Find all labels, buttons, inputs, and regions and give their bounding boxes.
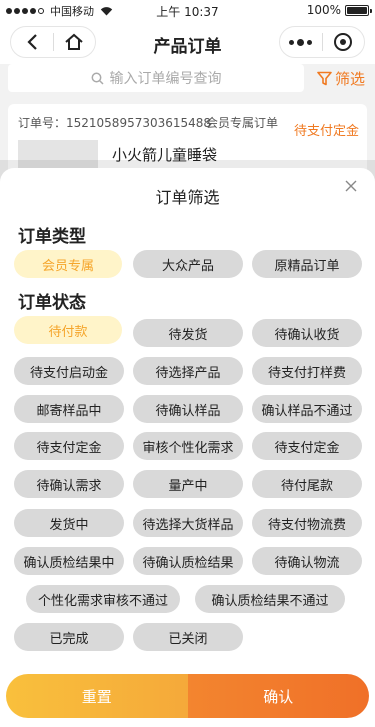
search-icon xyxy=(91,72,104,85)
search-placeholder: 输入订单编号查询 xyxy=(109,71,222,87)
confirm-button[interactable]: 确认 xyxy=(187,674,369,718)
status-pill[interactable]: 已关闭 xyxy=(133,623,243,651)
status-pill[interactable]: 发货中 xyxy=(14,509,124,537)
status-pill[interactable]: 待支付启动金 xyxy=(14,357,124,385)
status-pill[interactable]: 确认质检结果中 xyxy=(14,547,124,575)
status-pill[interactable]: 待付尾款 xyxy=(252,470,362,498)
type-pill[interactable]: 会员专属 xyxy=(14,250,122,278)
status-pill[interactable]: 待支付打样费 xyxy=(252,357,362,385)
status-pill[interactable]: 待发货 xyxy=(133,319,243,347)
reset-button[interactable]: 重置 xyxy=(6,674,188,718)
status-pill[interactable]: 确认质检结果不通过 xyxy=(195,585,345,613)
order-number: 订单号：1521058957303615488 xyxy=(18,116,212,130)
more-button[interactable] xyxy=(280,27,322,57)
close-icon xyxy=(345,180,357,192)
action-bar: 重置 确认 xyxy=(6,674,369,718)
type-pill[interactable]: 原精品订单 xyxy=(252,250,362,278)
status-pill[interactable]: 已完成 xyxy=(14,623,124,651)
filter-label: 筛选 xyxy=(334,70,365,88)
status-pill[interactable]: 审核个性化需求 xyxy=(133,432,243,460)
nav-bar: 产品订单 xyxy=(0,20,375,64)
status-pill[interactable]: 待选择大货样品 xyxy=(133,509,243,537)
status-pill[interactable]: 待选择产品 xyxy=(133,357,243,385)
status-pill[interactable]: 邮寄样品中 xyxy=(14,395,124,423)
status-pill[interactable]: 待确认质检结果 xyxy=(133,547,243,575)
filter-button[interactable]: 筛选 xyxy=(317,68,365,89)
battery-percent: 100% xyxy=(306,3,341,17)
order-status: 待支付定金 xyxy=(293,124,359,139)
close-button[interactable] xyxy=(343,178,359,194)
sheet-title: 订单筛选 xyxy=(155,188,220,207)
status-bar: 中国移动 上午 10:37 100% xyxy=(0,0,375,20)
status-pill[interactable]: 待确认收货 xyxy=(252,319,362,347)
order-type: 会员专属订单 xyxy=(206,116,279,130)
search-input[interactable]: 输入订单编号查询 xyxy=(8,64,304,92)
status-pill[interactable]: 待付款 xyxy=(14,316,122,344)
status-pill[interactable]: 待确认样品 xyxy=(133,395,243,423)
order-status-label: 订单状态 xyxy=(18,293,86,313)
search-row: 输入订单编号查询 筛选 xyxy=(0,64,375,94)
status-pill[interactable]: 待确认物流 xyxy=(252,547,362,575)
status-pill[interactable]: 个性化需求审核不通过 xyxy=(26,585,180,613)
status-pill[interactable]: 待支付定金 xyxy=(252,432,362,460)
filter-sheet: 订单筛选 订单类型 会员专属 大众产品 原精品订单 订单状态 待付款 待发货 待… xyxy=(0,168,375,727)
target-icon xyxy=(334,33,353,51)
close-app-button[interactable] xyxy=(323,27,365,57)
status-pill[interactable]: 量产中 xyxy=(133,470,243,498)
type-pill[interactable]: 大众产品 xyxy=(133,250,243,278)
battery-icon xyxy=(345,5,372,16)
status-pill[interactable]: 待确认需求 xyxy=(14,470,124,498)
status-pill[interactable]: 确认样品不通过 xyxy=(252,395,362,423)
nav-right-capsule xyxy=(279,26,365,58)
more-icon xyxy=(288,38,314,46)
status-pill[interactable]: 待支付物流费 xyxy=(252,509,362,537)
status-pill[interactable]: 待支付定金 xyxy=(14,432,124,460)
filter-icon xyxy=(317,71,332,86)
order-type-label: 订单类型 xyxy=(18,227,86,247)
